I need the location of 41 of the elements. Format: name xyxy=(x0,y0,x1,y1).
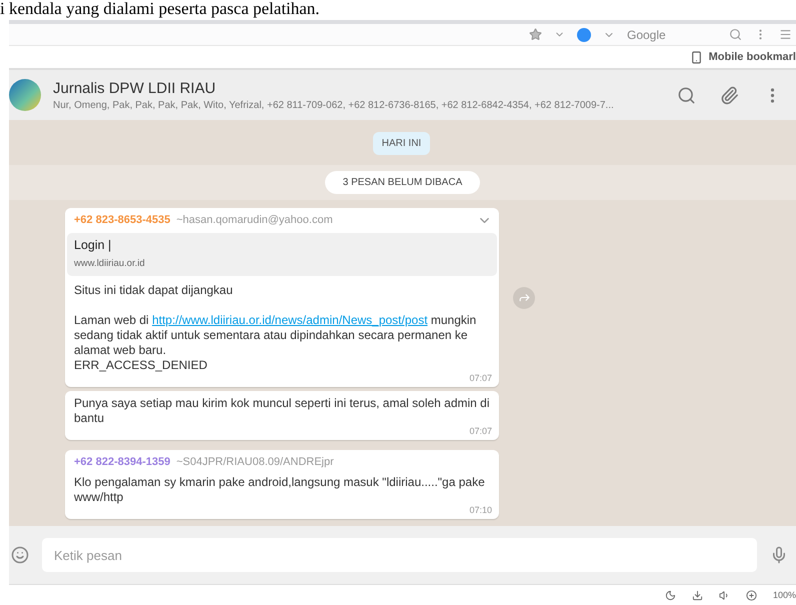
sender-alias: ~hasan.qomarudin@yahoo.com xyxy=(176,213,334,228)
emoji-icon[interactable] xyxy=(11,546,29,564)
member-list: Nur, Omeng, Pak, Pak, Pak, Pak, Wito, Yefrizal, +62 811-709-062, +62 812-6736-8165, +62 812-6842-4354, +62 812-7009-7... xyxy=(53,100,665,110)
message-text: Klo pengalaman sy kmarin pake android,langsung masuk "ldiiriau....."ga pake www/http xyxy=(74,475,486,505)
zoom-icon[interactable] xyxy=(746,590,757,600)
error-code: ERR_ACCESS_DENIED xyxy=(74,358,208,373)
message-time: 07:07 xyxy=(468,426,492,436)
moon-icon[interactable] xyxy=(664,590,676,600)
unread-banner: 3 PESAN BELUM DIBACA xyxy=(324,171,480,194)
message-text: Situs ini tidak dapat dijangkau xyxy=(74,283,234,298)
speaker-icon[interactable] xyxy=(718,590,730,600)
paperclip-icon[interactable] xyxy=(720,86,739,104)
sender-phone[interactable]: +62 822-8394-1359 xyxy=(74,455,170,470)
sender-alias: ~S04JPR/RIAU08.09/ANDREjpr xyxy=(176,455,335,470)
bookmark-link[interactable]: Mobile bookmarl xyxy=(708,51,796,63)
message-text: Laman web di http://www.ldiiriau.or.id/news/admin/News_post/post mungkin sedang tidak aktif untuk sementara atau dipindahkan secara permanen ke alamat web baru. xyxy=(74,313,478,358)
search-engine-icon[interactable] xyxy=(577,28,591,42)
phone-icon[interactable] xyxy=(690,50,703,64)
message-time: 07:10 xyxy=(468,505,492,515)
menu-icon[interactable] xyxy=(779,28,792,41)
search-icon[interactable] xyxy=(677,86,696,104)
preview-site: www.ldiiriau.or.id xyxy=(74,257,146,271)
zoom-level[interactable]: 100% xyxy=(772,590,796,600)
chat-title: Jurnalis DPW LDII RIAU xyxy=(53,80,217,96)
document-text: i kendala yang dialami peserta pasca pelatihan. xyxy=(0,0,320,18)
download-icon[interactable] xyxy=(692,590,703,600)
sender-phone[interactable]: +62 823-8653-4535 xyxy=(74,213,170,228)
link-preview[interactable]: Login | www.ldiiriau.or.id xyxy=(67,233,497,276)
date-chip: HARI INI xyxy=(372,132,430,155)
star-icon[interactable] xyxy=(529,28,542,41)
message-link[interactable]: http://www.ldiiriau.or.id/news/admin/News_post/post xyxy=(152,313,428,327)
message-time: 07:07 xyxy=(468,373,492,383)
message-input[interactable]: Ketik pesan xyxy=(42,538,757,572)
forward-button[interactable] xyxy=(513,286,535,308)
mic-icon[interactable] xyxy=(770,546,788,564)
search-icon[interactable] xyxy=(729,28,742,41)
message-text: Punya saya setiap mau kirim kok muncul seperti ini terus, amal soleh admin di bantu xyxy=(74,396,491,426)
search-engine-label[interactable]: Google xyxy=(627,28,717,42)
group-avatar[interactable] xyxy=(9,79,41,111)
forward-icon xyxy=(518,291,530,304)
preview-title: Login | xyxy=(74,238,112,253)
